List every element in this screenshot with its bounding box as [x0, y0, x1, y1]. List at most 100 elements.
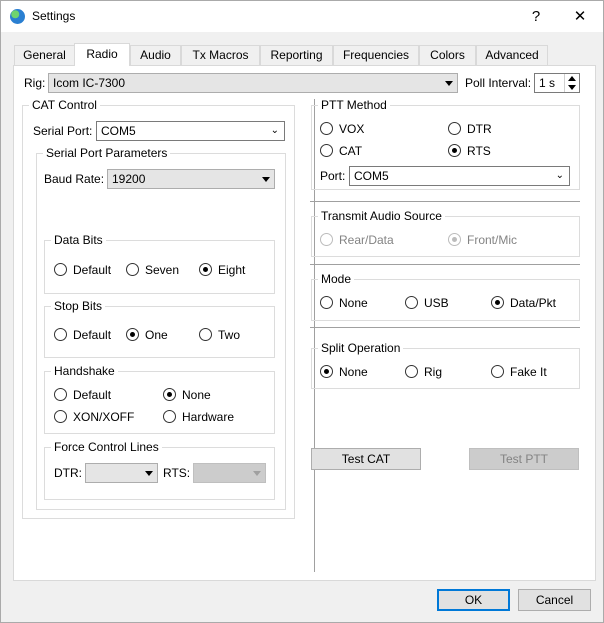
radio-label: Hardware — [182, 410, 235, 424]
radio-icon[interactable] — [163, 388, 176, 401]
radio-icon[interactable] — [199, 263, 212, 276]
rig-value: Icom IC-7300 — [53, 76, 126, 90]
title-bar: Settings ? ✕ — [1, 1, 603, 32]
radio-label: Fake It — [510, 365, 547, 379]
tab-audio[interactable]: Audio — [130, 45, 181, 65]
radio-label: RTS — [467, 144, 491, 158]
close-button[interactable]: ✕ — [557, 1, 603, 32]
radio-icon[interactable] — [320, 296, 333, 309]
dropdown-arrow-icon — [253, 471, 261, 476]
serial-port-label: Serial Port: — [33, 124, 93, 138]
globe-icon — [10, 9, 25, 24]
tab-reporting[interactable]: Reporting — [260, 45, 333, 65]
force-control-lines-title: Force Control Lines — [51, 440, 162, 454]
rts-select[interactable] — [193, 463, 266, 483]
radio-icon[interactable] — [54, 410, 67, 423]
rts-label: RTS: — [163, 466, 191, 480]
transmit-audio-source-title: Transmit Audio Source — [318, 209, 445, 223]
baud-rate-value: 19200 — [112, 172, 146, 186]
ok-button[interactable]: OK — [437, 589, 510, 611]
radio-icon[interactable] — [448, 144, 461, 157]
stop-bits-title: Stop Bits — [51, 299, 106, 313]
dtr-label: DTR: — [54, 466, 82, 480]
radio-tab-panel: Rig: Icom IC-7300 Poll Interval: 1 s CAT… — [13, 65, 596, 581]
radio-icon[interactable] — [54, 263, 67, 276]
radio-label: CAT — [339, 144, 363, 158]
radio-icon[interactable] — [163, 410, 176, 423]
spin-up-icon[interactable] — [568, 76, 576, 81]
ptt-method-title: PTT Method — [318, 98, 390, 112]
split-operation-title: Split Operation — [318, 341, 404, 355]
poll-interval-value: 1 s — [539, 76, 556, 90]
separator — [310, 264, 580, 265]
serial-port-parameters-title: Serial Port Parameters — [43, 146, 171, 160]
tab-tx-macros[interactable]: Tx Macros — [181, 45, 260, 65]
radio-label: Data/Pkt — [510, 296, 557, 310]
dropdown-arrow-icon — [445, 81, 453, 86]
radio-icon[interactable] — [405, 365, 418, 378]
radio-icon[interactable] — [491, 296, 504, 309]
radio-icon[interactable] — [54, 328, 67, 341]
rig-label: Rig: — [24, 76, 46, 90]
handshake-title: Handshake — [51, 364, 118, 378]
radio-icon[interactable] — [54, 388, 67, 401]
chevron-down-icon: ⌄ — [270, 125, 279, 136]
ptt-port-label: Port: — [320, 169, 346, 183]
test-cat-button[interactable]: Test CAT — [311, 448, 421, 470]
radio-label: XON/XOFF — [73, 410, 135, 424]
radio-icon[interactable] — [126, 328, 139, 341]
help-button[interactable]: ? — [513, 1, 559, 32]
radio-label: Default — [73, 328, 112, 342]
cat-control-title: CAT Control — [29, 98, 100, 112]
poll-interval-label: Poll Interval: — [465, 76, 532, 90]
radio-icon[interactable] — [320, 144, 333, 157]
test-ptt-button[interactable]: Test PTT — [469, 448, 579, 470]
dropdown-arrow-icon — [145, 471, 153, 476]
poll-interval-spinbox[interactable]: 1 s — [534, 73, 580, 93]
mode-title: Mode — [318, 272, 355, 286]
radio-label: Default — [73, 263, 112, 277]
tab-advanced[interactable]: Advanced — [476, 45, 548, 65]
radio-icon[interactable] — [448, 233, 461, 246]
radio-icon[interactable] — [320, 233, 333, 246]
radio-icon[interactable] — [448, 122, 461, 135]
data-bits-title: Data Bits — [51, 233, 106, 247]
separator — [310, 201, 580, 202]
settings-window: Settings ? ✕ General Radio Audio Tx Macr… — [0, 0, 604, 623]
radio-label: Front/Mic — [467, 233, 518, 247]
radio-icon[interactable] — [199, 328, 212, 341]
spin-down-icon[interactable] — [568, 85, 576, 90]
spin-arrows[interactable] — [564, 74, 579, 92]
serial-port-select[interactable]: COM5 ⌄ — [96, 121, 285, 141]
radio-icon[interactable] — [405, 296, 418, 309]
window-title: Settings — [32, 9, 76, 23]
radio-label: Two — [218, 328, 241, 342]
radio-icon[interactable] — [320, 122, 333, 135]
serial-port-value: COM5 — [101, 124, 136, 138]
radio-icon[interactable] — [126, 263, 139, 276]
tab-frequencies[interactable]: Frequencies — [333, 45, 419, 65]
baud-rate-label: Baud Rate: — [44, 172, 105, 186]
dropdown-arrow-icon — [262, 177, 270, 182]
radio-label: None — [182, 388, 211, 402]
radio-label: Rear/Data — [339, 233, 394, 247]
baud-rate-select[interactable]: 19200 — [107, 169, 275, 189]
radio-label: Default — [73, 388, 112, 402]
tab-radio[interactable]: Radio — [74, 43, 130, 66]
separator — [310, 327, 580, 328]
tab-general[interactable]: General — [14, 45, 75, 65]
dtr-select[interactable] — [85, 463, 158, 483]
rig-select[interactable]: Icom IC-7300 — [48, 73, 458, 93]
handshake-group: Handshake — [44, 364, 275, 434]
radio-icon[interactable] — [491, 365, 504, 378]
radio-label: DTR — [467, 122, 492, 136]
tab-colors[interactable]: Colors — [419, 45, 476, 65]
radio-label: USB — [424, 296, 449, 310]
radio-icon[interactable] — [320, 365, 333, 378]
radio-label: Rig — [424, 365, 443, 379]
radio-label: None — [339, 296, 368, 310]
ptt-port-value: COM5 — [354, 169, 389, 183]
radio-label: One — [145, 328, 168, 342]
ptt-port-select[interactable]: COM5 ⌄ — [349, 166, 570, 186]
cancel-button[interactable]: Cancel — [518, 589, 591, 611]
